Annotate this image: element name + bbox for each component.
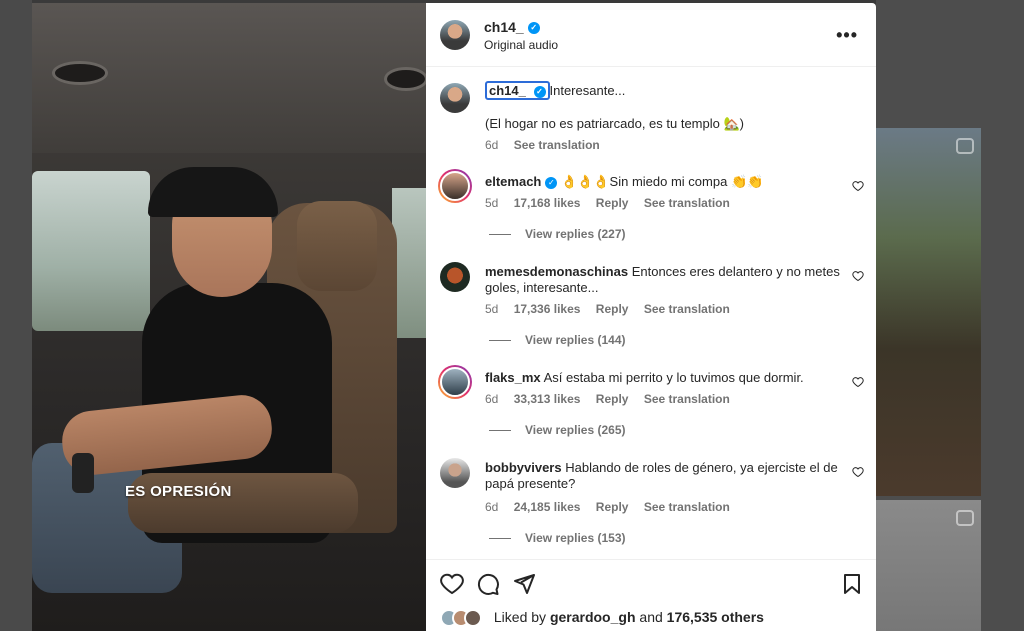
save-bookmark-icon[interactable] bbox=[840, 572, 864, 596]
comment-likes[interactable]: 17,336 likes bbox=[514, 302, 581, 316]
caption-line-1: Interesante... bbox=[549, 83, 626, 98]
view-replies-button[interactable]: View replies (153) bbox=[489, 531, 626, 545]
comment-meta: 6d 33,313 likes Reply See translation bbox=[485, 392, 742, 406]
reel-icon bbox=[956, 138, 974, 154]
commenter-avatar[interactable] bbox=[440, 262, 470, 292]
comment-age: 6d bbox=[485, 392, 499, 406]
like-comment-icon[interactable] bbox=[852, 376, 864, 388]
verified-badge-icon: ✓ bbox=[533, 85, 546, 98]
comment-text: flaks_mx Así estaba mi perrito y lo tuvi… bbox=[485, 370, 845, 386]
comment-icon[interactable] bbox=[476, 572, 500, 596]
commenter-avatar[interactable] bbox=[438, 365, 472, 399]
comment-likes[interactable]: 33,313 likes bbox=[514, 392, 581, 406]
view-replies-label[interactable]: View replies (153) bbox=[525, 531, 626, 545]
reply-button[interactable]: Reply bbox=[596, 302, 629, 316]
post-panel: ch14_ ✓ Original audio ••• ch14_ ✓ Interes… bbox=[426, 3, 876, 631]
reply-button[interactable]: Reply bbox=[596, 392, 629, 406]
reel-icon bbox=[956, 510, 974, 526]
like-comment-icon[interactable] bbox=[852, 270, 864, 282]
post-actions: Liked by gerardoo_gh and 176,535 others bbox=[426, 559, 876, 631]
background-thumbnail[interactable] bbox=[876, 500, 981, 631]
view-replies-button[interactable]: View replies (144) bbox=[489, 333, 626, 347]
comment-meta: 6d 24,185 likes Reply See translation bbox=[485, 500, 742, 514]
comment-username[interactable]: flaks_mx bbox=[485, 370, 541, 385]
video-scene-window bbox=[392, 188, 426, 338]
comment-text: bobbyvivers Hablando de roles de género,… bbox=[485, 460, 845, 492]
video-scene-cap bbox=[148, 167, 278, 217]
comment-age: 6d bbox=[485, 500, 499, 514]
video-scene-watch bbox=[72, 453, 94, 493]
comment-meta: 5d 17,168 likes Reply See translation bbox=[485, 196, 742, 210]
reel-video[interactable]: ES OPRESIÓN bbox=[32, 3, 426, 631]
comment-text: eltemach ✓ 👌👌👌Sin miedo mi compa 👏👏 bbox=[485, 174, 845, 190]
see-translation-link[interactable]: See translation bbox=[644, 302, 730, 316]
more-options-icon[interactable]: ••• bbox=[836, 25, 858, 46]
author-username-text[interactable]: ch14_ bbox=[484, 19, 524, 35]
see-translation-link[interactable]: See translation bbox=[644, 500, 730, 514]
comment-likes[interactable]: 17,168 likes bbox=[514, 196, 581, 210]
commenter-avatar[interactable] bbox=[438, 169, 472, 203]
caption-text: ch14_ ✓ Interesante... bbox=[485, 81, 845, 100]
comment-likes[interactable]: 24,185 likes bbox=[514, 500, 581, 514]
comment-text: memesdemonaschinas Entonces eres delante… bbox=[485, 264, 845, 296]
author-mention-text[interactable]: ch14_ bbox=[489, 83, 526, 98]
liked-by-others[interactable]: 176,535 others bbox=[667, 609, 764, 625]
comments-list: ch14_ ✓ Interesante... (El hogar no es pa… bbox=[426, 68, 876, 558]
caption-line-2: (El hogar no es patriarcado, es tu templ… bbox=[485, 116, 744, 131]
video-scene-headrest bbox=[297, 201, 377, 291]
author-avatar[interactable] bbox=[440, 83, 470, 113]
comment-meta: 5d 17,336 likes Reply See translation bbox=[485, 302, 742, 316]
view-replies-button[interactable]: View replies (227) bbox=[489, 227, 626, 241]
caption-age: 6d bbox=[485, 138, 499, 152]
like-comment-icon[interactable] bbox=[852, 180, 864, 192]
replies-line bbox=[489, 234, 511, 236]
comment-body: Así estaba mi perrito y lo tuvimos que d… bbox=[543, 370, 804, 385]
liker-avatar bbox=[464, 609, 482, 628]
comment-body: 👌👌👌Sin miedo mi compa 👏👏 bbox=[561, 174, 764, 189]
liked-by-prefix: Liked by bbox=[493, 609, 547, 625]
comment-username[interactable]: memesdemonaschinas bbox=[485, 264, 628, 279]
post-header: ch14_ ✓ Original audio ••• bbox=[426, 3, 876, 67]
verified-badge-icon: ✓ bbox=[527, 22, 540, 35]
video-scene-window bbox=[32, 171, 150, 331]
liked-by-user[interactable]: gerardoo_gh bbox=[550, 609, 636, 625]
see-translation-link[interactable]: See translation bbox=[644, 196, 730, 210]
comment-username[interactable]: bobbyvivers bbox=[485, 460, 562, 475]
view-replies-button[interactable]: View replies (265) bbox=[489, 423, 626, 437]
video-scene-armrest bbox=[128, 473, 358, 533]
verified-badge-icon: ✓ bbox=[545, 176, 558, 189]
view-replies-label[interactable]: View replies (144) bbox=[525, 333, 626, 347]
video-scene-vent bbox=[52, 61, 108, 85]
reply-button[interactable]: Reply bbox=[596, 196, 629, 210]
like-heart-icon[interactable] bbox=[440, 572, 464, 596]
liked-by-summary[interactable]: Liked by gerardoo_gh and 176,535 others bbox=[440, 609, 764, 628]
audio-label[interactable]: Original audio bbox=[484, 38, 558, 52]
author-mention[interactable]: ch14_ ✓ bbox=[485, 81, 550, 100]
comment-username[interactable]: eltemach bbox=[485, 174, 541, 189]
replies-line bbox=[489, 538, 511, 540]
see-translation-link[interactable]: See translation bbox=[514, 138, 600, 152]
comment-age: 5d bbox=[485, 302, 499, 316]
author-avatar[interactable] bbox=[440, 20, 470, 50]
view-replies-label[interactable]: View replies (265) bbox=[525, 423, 626, 437]
video-scene-vent bbox=[384, 67, 426, 91]
replies-line bbox=[489, 430, 511, 432]
commenter-avatar[interactable] bbox=[440, 458, 470, 488]
liked-by-and: and bbox=[639, 609, 663, 625]
caption-meta: 6d See translation bbox=[485, 138, 612, 152]
replies-line bbox=[489, 340, 511, 342]
see-translation-link[interactable]: See translation bbox=[644, 392, 730, 406]
background-thumbnail[interactable] bbox=[876, 128, 981, 496]
background-left bbox=[0, 0, 32, 631]
share-icon[interactable] bbox=[512, 572, 536, 596]
like-comment-icon[interactable] bbox=[852, 466, 864, 478]
video-caption: ES OPRESIÓN bbox=[125, 483, 232, 500]
view-replies-label[interactable]: View replies (227) bbox=[525, 227, 626, 241]
author-username[interactable]: ch14_ ✓ bbox=[484, 19, 540, 35]
comment-age: 5d bbox=[485, 196, 499, 210]
reply-button[interactable]: Reply bbox=[596, 500, 629, 514]
